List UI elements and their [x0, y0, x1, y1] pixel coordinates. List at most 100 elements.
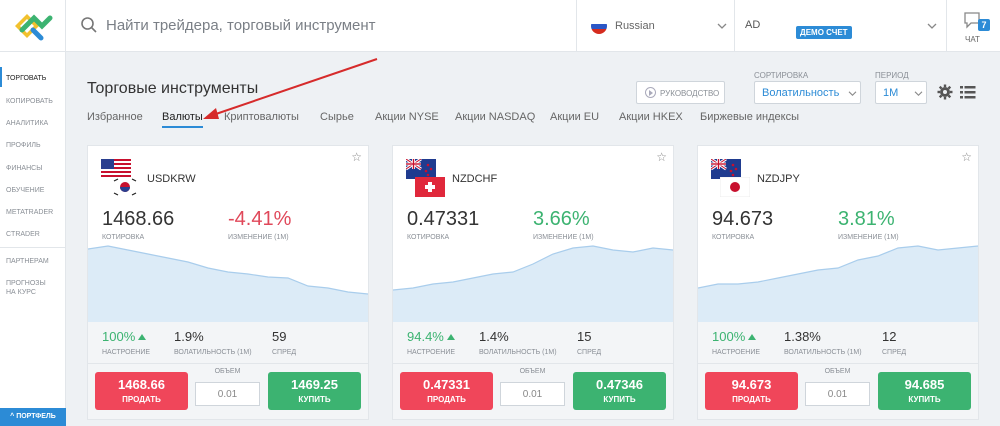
- favorite-star-icon[interactable]: ☆: [656, 150, 667, 164]
- volatility-value: 1.9%: [174, 329, 204, 344]
- sidebar-item-finance[interactable]: ФИНАНСЫ: [6, 164, 42, 173]
- page-title: Торговые инструменты: [87, 80, 259, 97]
- buy-button[interactable]: 1469.25 КУПИТЬ: [268, 372, 361, 410]
- sort-value: Волатильность: [762, 87, 840, 99]
- new-zealand-flag-icon: [406, 159, 436, 179]
- japan-flag-icon: [720, 177, 750, 197]
- sell-button[interactable]: 94.673 ПРОДАТЬ: [705, 372, 798, 410]
- trade-panel: 94.673 ПРОДАТЬ ОБЪЕМ 94.685 КУПИТЬ: [698, 363, 978, 419]
- up-arrow-icon: [138, 333, 147, 340]
- buy-label: КУПИТЬ: [298, 395, 331, 404]
- sidebar-item-partners[interactable]: ПАРТНЕРАМ: [6, 257, 49, 266]
- sell-price: 1468.66: [118, 377, 165, 392]
- volume-input[interactable]: [500, 382, 565, 406]
- tab-nasdaq[interactable]: Акции NASDAQ: [455, 111, 535, 123]
- quote-value: 0.47331: [407, 208, 480, 230]
- period-value: 1M: [883, 87, 899, 99]
- spread-label: СПРЕД: [882, 349, 907, 356]
- favorite-star-icon[interactable]: ☆: [961, 150, 972, 164]
- sentiment-value: 100%: [712, 329, 757, 344]
- sidebar-item-metatrader[interactable]: METATRADER: [6, 208, 53, 217]
- volatility-value: 1.4%: [479, 329, 509, 344]
- buy-price: 0.47346: [596, 377, 643, 392]
- stats-row: 100% НАСТРОЕНИЕ 1.9% ВОЛАТИЛЬНОСТЬ (1М) …: [88, 322, 368, 363]
- search-input[interactable]: Найти трейдера, торговый инструмент: [106, 17, 376, 34]
- instrument-card[interactable]: ☆ NZDCHF 0.47331 КОТИРОВКА 3.66% ИЗМЕНЕН…: [392, 145, 674, 420]
- logo[interactable]: [0, 0, 66, 52]
- price-sparkline: [88, 245, 368, 322]
- sidebar-item-ctrader[interactable]: CTRADER: [6, 230, 40, 239]
- tab-favorites[interactable]: Избранное: [87, 111, 143, 123]
- language-selector[interactable]: Russian: [577, 0, 735, 52]
- search-icon: [81, 17, 97, 33]
- sell-button[interactable]: 1468.66 ПРОДАТЬ: [95, 372, 188, 410]
- sell-button[interactable]: 0.47331 ПРОДАТЬ: [400, 372, 493, 410]
- quote-value: 94.673: [712, 208, 774, 230]
- buy-button[interactable]: 94.685 КУПИТЬ: [878, 372, 971, 410]
- chevron-down-icon: [717, 23, 727, 29]
- volatility-label: ВОЛАТИЛЬНОСТЬ (1М): [174, 349, 252, 356]
- sidebar: ТОРГОВАТЬ КОПИРОВАТЬ АНАЛИТИКА ПРОФИЛЬ Ф…: [0, 52, 66, 426]
- instrument-name: NZDJPY: [757, 173, 800, 185]
- sell-label: ПРОДАТЬ: [427, 395, 466, 404]
- sidebar-item-forecasts[interactable]: ПРОГНОЗЫ: [6, 279, 46, 288]
- tab-commodities[interactable]: Сырье: [320, 111, 354, 123]
- guide-label: РУКОВОДСТВО: [660, 89, 720, 98]
- demo-badge: ДЕМО СЧЕТ: [796, 26, 852, 39]
- tab-indices[interactable]: Биржевые индексы: [700, 111, 799, 123]
- sidebar-active-indicator: [0, 67, 2, 87]
- us-flag-icon: [101, 159, 131, 179]
- up-arrow-icon: [748, 333, 757, 340]
- new-zealand-flag-icon: [711, 159, 741, 179]
- trade-panel: 1468.66 ПРОДАТЬ ОБЪЕМ 1469.25 КУПИТЬ: [88, 363, 368, 419]
- stats-row: 94.4% НАСТРОЕНИЕ 1.4% ВОЛАТИЛЬНОСТЬ (1М)…: [393, 322, 673, 363]
- chevron-down-icon: [914, 91, 923, 97]
- sidebar-item-forecasts-line2[interactable]: НА КУРС: [6, 288, 36, 297]
- tab-crypto[interactable]: Криптовалюты: [224, 111, 299, 123]
- sentiment-label: НАСТРОЕНИЕ: [407, 349, 456, 356]
- buy-price: 94.685: [904, 377, 945, 392]
- top-bar: Найти трейдера, торговый инструмент Russ…: [0, 0, 1000, 52]
- tab-currencies[interactable]: Валюты: [162, 111, 203, 128]
- sidebar-item-analytics[interactable]: АНАЛИТИКА: [6, 119, 48, 128]
- volume-input[interactable]: [805, 382, 870, 406]
- period-select[interactable]: 1M: [875, 81, 927, 104]
- instrument-name: NZDCHF: [452, 173, 498, 185]
- tab-eu[interactable]: Акции EU: [550, 111, 599, 123]
- chat-button[interactable]: 7 ЧАТ: [947, 0, 1000, 52]
- volatility-value: 1.38%: [784, 329, 821, 344]
- gear-icon[interactable]: [937, 84, 953, 100]
- sentiment-value: 100%: [102, 329, 147, 344]
- search-bar[interactable]: Найти трейдера, торговый инструмент: [66, 0, 577, 52]
- russia-flag-icon: [591, 18, 607, 34]
- up-arrow-icon: [446, 333, 455, 340]
- volume-input[interactable]: [195, 382, 260, 406]
- sell-label: ПРОДАТЬ: [122, 395, 161, 404]
- quote-value: 1468.66: [102, 208, 175, 230]
- instrument-card[interactable]: ☆ NZDJPY 94.673 КОТИРОВКА 3.81% ИЗМЕНЕНИ…: [697, 145, 979, 420]
- guide-button[interactable]: РУКОВОДСТВО: [636, 81, 725, 104]
- change-value: -4.41%: [228, 208, 292, 230]
- volume-label: ОБЪЕМ: [824, 368, 851, 375]
- sidebar-item-profile[interactable]: ПРОФИЛЬ: [6, 141, 41, 150]
- sentiment-value: 94.4%: [407, 329, 455, 344]
- tab-nyse[interactable]: Акции NYSE: [375, 111, 439, 123]
- sort-select[interactable]: Волатильность: [754, 81, 861, 104]
- list-view-icon[interactable]: [960, 86, 976, 99]
- volatility-label: ВОЛАТИЛЬНОСТЬ (1М): [479, 349, 557, 356]
- change-label: ИЗМЕНЕНИЕ (1М): [838, 234, 899, 241]
- logo-icon: [15, 14, 53, 41]
- tab-hkex[interactable]: Акции HKEX: [619, 111, 683, 123]
- sidebar-item-trade[interactable]: ТОРГОВАТЬ: [6, 74, 46, 83]
- instrument-card[interactable]: ☆ USDKRW 1468.66 КОТИРОВКА -4.41% ИЗМЕНЕ…: [87, 145, 369, 420]
- sidebar-item-copy[interactable]: КОПИРОВАТЬ: [6, 97, 53, 106]
- account-selector[interactable]: AD ДЕМО СЧЕТ: [735, 0, 947, 52]
- favorite-star-icon[interactable]: ☆: [351, 150, 362, 164]
- change-label: ИЗМЕНЕНИЕ (1М): [533, 234, 594, 241]
- sell-price: 0.47331: [423, 377, 470, 392]
- buy-button[interactable]: 0.47346 КУПИТЬ: [573, 372, 666, 410]
- quote-label: КОТИРОВКА: [712, 234, 755, 241]
- sidebar-item-education[interactable]: ОБУЧЕНИЕ: [6, 186, 44, 195]
- switzerland-flag-icon: [415, 177, 445, 197]
- portfolio-button[interactable]: ^ ПОРТФЕЛЬ: [0, 408, 66, 426]
